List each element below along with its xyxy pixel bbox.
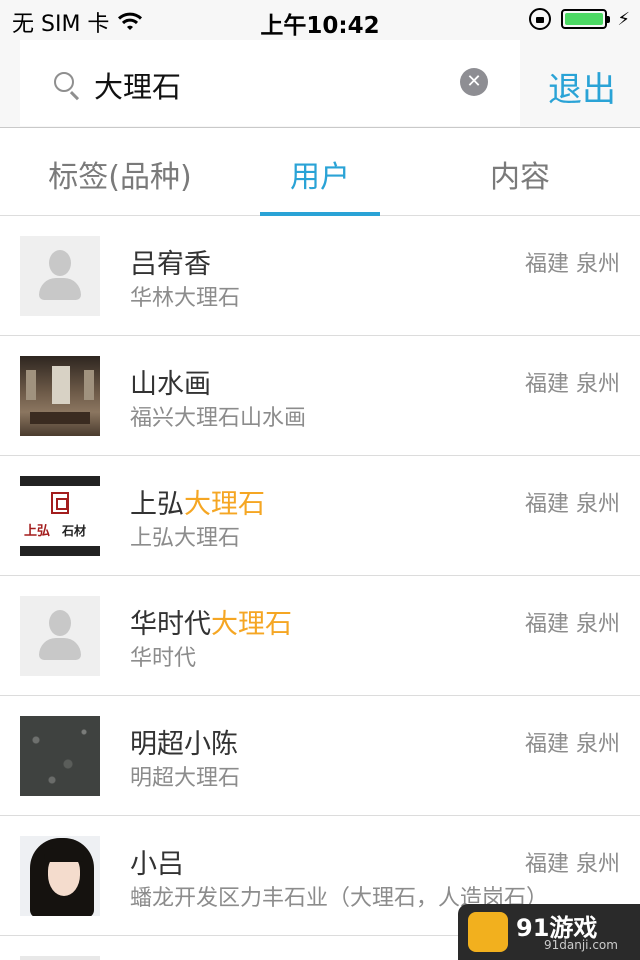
interior-photo (20, 356, 100, 436)
tab-bar: 标签(品种) 用户 内容 (0, 128, 640, 216)
user-subtitle: 福兴大理石山水画 (130, 406, 307, 431)
user-subtitle: 华林大理石 (130, 286, 241, 311)
watermark-logo-icon (468, 912, 508, 952)
avatar (20, 236, 100, 316)
tab-content[interactable]: 内容 (420, 152, 620, 196)
logo-brand-text: 上弘 (24, 524, 51, 539)
user-location: 福建 泉州 (525, 732, 620, 757)
search-input[interactable]: 大理石 (94, 64, 181, 106)
user-location: 福建 泉州 (525, 852, 620, 877)
logo-material-text: 石材 (62, 524, 87, 538)
list-item[interactable]: 上弘 石材 上弘大理石 上弘大理石 福建 泉州 (0, 456, 640, 576)
avatar (20, 596, 100, 676)
charging-icon: ⚡ (617, 8, 630, 30)
list-item[interactable]: 明超小陈 明超大理石 福建 泉州 (0, 696, 640, 816)
search-bar[interactable]: 大理石 ✕ (20, 40, 520, 126)
rotation-lock-icon (529, 8, 552, 30)
clear-search-icon[interactable]: ✕ (460, 68, 488, 96)
brand-logo: 上弘 石材 (20, 476, 100, 556)
user-location: 福建 泉州 (525, 492, 620, 517)
watermark-url: 91danji.com (544, 938, 618, 952)
avatar (20, 956, 100, 960)
user-name: 上弘大理石 (130, 489, 265, 520)
default-avatar-icon (20, 596, 100, 676)
user-name: 吕宥香 (130, 249, 211, 280)
list-item[interactable]: 山水画 福兴大理石山水画 福建 泉州 (0, 336, 640, 456)
user-name: 小吕 (130, 849, 184, 880)
user-name: 华时代大理石 (130, 609, 292, 640)
girl-photo (20, 836, 100, 916)
search-icon (54, 72, 74, 92)
user-subtitle: 上弘大理石 (130, 526, 241, 551)
user-location: 福建 泉州 (525, 252, 620, 277)
tab-tags[interactable]: 标签(品种) (20, 152, 220, 196)
list-item[interactable]: 吕宥香 华林大理石 福建 泉州 (0, 216, 640, 336)
user-name: 明超小陈 (130, 729, 238, 760)
list-item[interactable]: 华时代大理石 华时代 福建 泉州 (0, 576, 640, 696)
user-subtitle: 明超大理石 (130, 766, 241, 791)
user-result-list: 吕宥香 华林大理石 福建 泉州 山水画 福兴大理石山水画 福建 泉州 上弘 石材… (0, 216, 640, 960)
user-location: 福建 泉州 (525, 612, 620, 637)
user-subtitle: 华时代 (130, 646, 197, 671)
status-right: ⚡ (529, 8, 630, 30)
avatar: 上弘 石材 (20, 476, 100, 556)
watermark: 91游戏 91danji.com (458, 904, 640, 960)
battery-fill (565, 13, 604, 25)
default-avatar-icon (20, 236, 100, 316)
user-location: 福建 泉州 (525, 372, 620, 397)
granite-photo (20, 716, 100, 796)
battery-icon (561, 9, 611, 29)
search-header: 大理石 ✕ 退出 (0, 40, 640, 128)
status-bar: 无 SIM 卡 上午10:42 ⚡ (0, 0, 640, 40)
avatar (20, 716, 100, 796)
tab-users[interactable]: 用户 (220, 152, 420, 196)
user-name: 山水画 (130, 369, 211, 400)
avatar (20, 356, 100, 436)
exit-button[interactable]: 退出 (548, 62, 616, 111)
avatar (20, 836, 100, 916)
